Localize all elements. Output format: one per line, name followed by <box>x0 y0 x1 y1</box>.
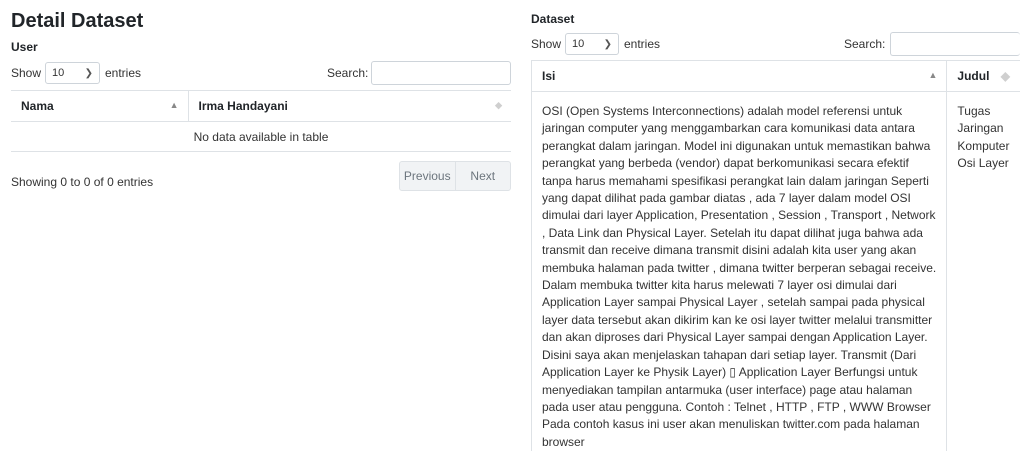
user-search-input[interactable] <box>371 61 511 85</box>
dataset-section-label: Dataset <box>531 12 575 26</box>
dataset-entries-value: 10 <box>572 38 585 50</box>
user-search-label: Search: <box>327 66 369 80</box>
judul-line: Tugas <box>957 104 991 118</box>
dataset-search-label: Search: <box>844 37 886 51</box>
chevron-down-icon: ❯ <box>84 67 93 79</box>
column-header-label: Nama <box>21 99 54 113</box>
column-header-label: Isi <box>542 69 556 83</box>
user-table-info: Showing 0 to 0 of 0 entries <box>11 175 154 189</box>
user-column-header-nama[interactable]: Nama ▲ <box>11 90 188 122</box>
sort-icon: ◆ <box>495 100 502 110</box>
user-pagination: Previous Next <box>399 161 511 191</box>
dataset-entries-select[interactable]: 10 ❯ <box>565 33 619 55</box>
dataset-entries-label: entries <box>624 37 661 51</box>
dataset-column-header-isi[interactable]: Isi ▲ <box>530 60 947 92</box>
next-page-button[interactable]: Next <box>454 162 511 190</box>
dataset-table: Isi ▲ Judul ◆ OSI (Open Systems Intercon… <box>530 60 1020 452</box>
dataset-judul-cell: Tugas Jaringan Komputer Osi Layer <box>946 91 1020 452</box>
dataset-search-input[interactable] <box>890 32 1020 56</box>
user-section-label: User <box>11 40 38 54</box>
dataset-isi-cell: OSI (Open Systems Interconnections) adal… <box>530 91 947 452</box>
sort-ascending-icon: ▲ <box>169 100 179 110</box>
judul-line: Komputer <box>957 138 1010 153</box>
judul-line: Osi Layer <box>957 156 1009 171</box>
table-row: OSI (Open Systems Interconnections) adal… <box>530 91 1020 452</box>
sort-icon: ◆ <box>1000 69 1010 83</box>
column-header-label: Judul <box>957 69 990 83</box>
user-column-header-name[interactable]: Irma Handayani ◆ <box>187 90 511 122</box>
dataset-column-header-judul[interactable]: Judul ◆ <box>946 60 1020 92</box>
user-show-label: Show <box>11 66 42 80</box>
column-header-label: Irma Handayani <box>198 99 288 113</box>
user-entries-label: entries <box>105 66 142 80</box>
empty-table-message: No data available in table <box>11 121 511 152</box>
user-table: Nama ▲ Irma Handayani ◆ No data availabl… <box>11 90 511 152</box>
previous-page-button[interactable]: Previous <box>400 162 455 190</box>
user-entries-select[interactable]: 10 ❯ <box>45 62 100 84</box>
dataset-show-label: Show <box>531 37 562 51</box>
chevron-down-icon: ❯ <box>603 38 612 50</box>
table-row: No data available in table <box>11 121 511 152</box>
judul-line: Jaringan <box>957 121 1004 136</box>
user-entries-value: 10 <box>52 67 65 79</box>
sort-ascending-icon: ▲ <box>928 70 938 80</box>
page-title: Detail Dataset <box>11 10 144 32</box>
